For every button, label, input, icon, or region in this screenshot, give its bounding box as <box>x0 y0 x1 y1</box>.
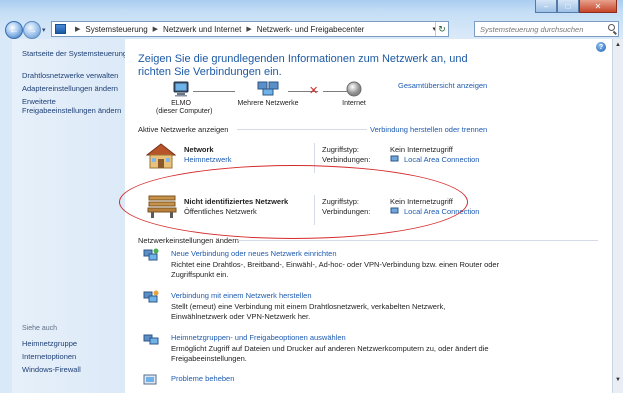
left-pane: Startseite der Systemsteuerung Drahtlosn… <box>12 39 128 393</box>
task-item: Neue Verbindung oder neues Netzwerk einr… <box>143 248 583 288</box>
task-description: Ermöglicht Zugriff auf Dateien und Druck… <box>171 344 489 363</box>
task-troubleshoot-link[interactable]: Probleme beheben <box>171 374 234 383</box>
address-bar[interactable]: ▶ Systemsteuerung ▶ Netzwerk und Interne… <box>51 21 449 37</box>
task-item: Heimnetzgruppen- und Freigabeoptionen au… <box>143 332 583 372</box>
task-description: Richtet eine Drahtlos-, Breitband-, Einw… <box>171 260 500 279</box>
divider <box>237 129 367 130</box>
task-connect-network-link[interactable]: Verbindung mit einem Netzwerk herstellen <box>171 291 312 300</box>
control-panel-icon <box>55 24 66 34</box>
active-network-item: Network Heimnetzwerk Zugriffstyp: Kein I… <box>138 139 598 181</box>
active-networks-title: Aktive Netzwerke anzeigen <box>138 125 229 134</box>
breadcrumb-netzwerk-und-internet[interactable]: Netzwerk und Internet <box>163 25 241 34</box>
main-pane: ? Zeigen Sie die grundlegenden Informati… <box>125 39 612 393</box>
computer-name: ELMO <box>171 100 191 107</box>
divider <box>314 143 315 173</box>
task-homegroup-options-link[interactable]: Heimnetzgruppen- und Freigabeoptionen au… <box>171 333 346 342</box>
task-description: Stellt (erneut) eine Verbindung mit eine… <box>171 302 446 321</box>
connections-label: Verbindungen: <box>322 155 371 164</box>
chevron-right-icon[interactable]: ▶ <box>75 25 80 33</box>
forward-button[interactable]: → <box>23 21 41 39</box>
task-new-connection-link[interactable]: Neue Verbindung oder neues Netzwerk einr… <box>171 249 337 258</box>
back-button[interactable]: ← <box>5 21 23 39</box>
access-type-label: Zugriffstyp: <box>322 197 359 206</box>
link-line <box>193 91 235 92</box>
scroll-down-icon[interactable]: ▼ <box>615 377 621 383</box>
access-type-label: Zugriffstyp: <box>322 145 359 154</box>
access-type-value: Kein Internetzugriff <box>390 145 453 154</box>
network-icon <box>257 81 279 96</box>
scroll-up-icon[interactable]: ▲ <box>615 42 621 48</box>
network-type-label: Öffentliches Netzwerk <box>184 207 257 216</box>
computer-node[interactable]: ELMO (dieser Computer) <box>156 81 213 116</box>
breadcrumb-systemsteuerung[interactable]: Systemsteuerung <box>85 25 147 34</box>
search-icon[interactable] <box>608 24 615 31</box>
ethernet-icon <box>390 155 399 162</box>
globe-icon <box>346 81 362 97</box>
change-adapter-link[interactable]: Adaptereinstellungen ändern <box>22 84 128 93</box>
window: – □ ✕ ← → ▾ ▶ Systemsteuerung ▶ Netzwerk… <box>0 0 623 393</box>
manage-wireless-link[interactable]: Drahtlosnetzwerke verwalten <box>22 71 128 80</box>
breadcrumb-freigabecenter[interactable]: Netzwerk- und Freigabecenter <box>257 25 365 34</box>
network-name: Nicht identifiziertes Netzwerk <box>184 197 289 206</box>
see-also-heading: Siehe auch <box>22 325 58 332</box>
home-network-icon <box>146 143 176 169</box>
access-type-value: Kein Internetzugriff <box>390 197 453 206</box>
computer-icon <box>173 81 189 97</box>
search-box[interactable] <box>474 21 619 37</box>
multiple-networks-label: Mehrere Netzwerke <box>237 100 299 107</box>
active-network-item: Nicht identifiziertes Netzwerk Öffentlic… <box>138 191 598 233</box>
connect-network-icon <box>143 290 159 303</box>
multiple-networks-node[interactable]: Mehrere Netzwerke <box>233 81 303 108</box>
internet-options-link[interactable]: Internetoptionen <box>22 352 128 361</box>
page-title: Zeigen Sie die grundlegenden Information… <box>138 53 468 78</box>
vertical-scrollbar[interactable]: ▲ ▼ <box>612 39 623 393</box>
advanced-sharing-link[interactable]: Erweiterte Freigabeeinstellungen ändern <box>22 97 128 115</box>
public-network-bench-icon <box>147 195 177 218</box>
refresh-icon: ↻ <box>438 23 446 34</box>
windows-firewall-link[interactable]: Windows-Firewall <box>22 365 128 374</box>
connect-disconnect-link[interactable]: Verbindung herstellen oder trennen <box>370 125 487 134</box>
chevron-right-icon[interactable]: ▶ <box>153 25 158 33</box>
chevron-right-icon[interactable]: ▶ <box>246 25 251 33</box>
homegroup-sharing-icon <box>143 334 159 345</box>
navigation-bar: ← → ▾ ▶ Systemsteuerung ▶ Netzwerk und I… <box>0 0 623 39</box>
new-connection-icon <box>143 248 159 261</box>
computer-subtitle: (dieser Computer) <box>156 108 213 115</box>
divider <box>238 240 598 241</box>
network-type-link[interactable]: Heimnetzwerk <box>184 155 232 164</box>
connection-link[interactable]: Local Area Connection <box>404 155 479 164</box>
change-settings-title: Netzwerkeinstellungen ändern <box>138 236 239 245</box>
task-item: Verbindung mit einem Netzwerk herstellen… <box>143 290 583 330</box>
task-item: Probleme beheben <box>143 373 583 391</box>
internet-node[interactable]: Internet <box>332 81 376 108</box>
recent-pages-dropdown[interactable]: ▾ <box>42 26 46 34</box>
troubleshoot-icon <box>143 374 157 385</box>
search-input[interactable] <box>475 22 608 36</box>
divider <box>314 195 315 225</box>
connections-label: Verbindungen: <box>322 207 371 216</box>
no-connection-icon[interactable]: ✕ <box>309 84 318 97</box>
homegroup-link[interactable]: Heimnetzgruppe <box>22 339 128 348</box>
arrow-left-icon: ← <box>9 24 19 36</box>
help-icon[interactable]: ? <box>596 42 606 52</box>
ethernet-icon <box>390 207 399 214</box>
refresh-button[interactable]: ↻ <box>435 22 448 36</box>
network-name: Network <box>184 145 214 154</box>
control-panel-home-link[interactable]: Startseite der Systemsteuerung <box>22 49 128 58</box>
connection-link[interactable]: Local Area Connection <box>404 207 479 216</box>
arrow-right-icon: → <box>27 24 37 36</box>
internet-label: Internet <box>342 100 366 107</box>
